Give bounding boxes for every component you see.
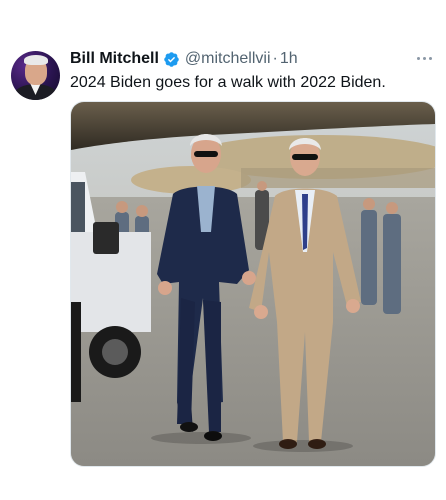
- tweet-header: Bill Mitchell @mitchellvii · 1h: [70, 50, 298, 68]
- avatar-hair: [24, 55, 48, 65]
- photo-scene: [71, 102, 435, 466]
- verified-badge-icon: [164, 51, 179, 67]
- timestamp[interactable]: 1h: [280, 50, 298, 68]
- tweet-card[interactable]: Bill Mitchell @mitchellvii · 1h 2024 Bid…: [0, 0, 446, 500]
- avatar[interactable]: [11, 51, 60, 100]
- more-horizontal-icon[interactable]: [414, 50, 434, 66]
- tweet-text: 2024 Biden goes for a walk with 2022 Bid…: [70, 74, 386, 91]
- tweet-photo[interactable]: [70, 101, 436, 467]
- author-name[interactable]: Bill Mitchell: [70, 50, 159, 68]
- separator-dot: ·: [272, 50, 278, 67]
- author-handle[interactable]: @mitchellvii: [185, 50, 271, 68]
